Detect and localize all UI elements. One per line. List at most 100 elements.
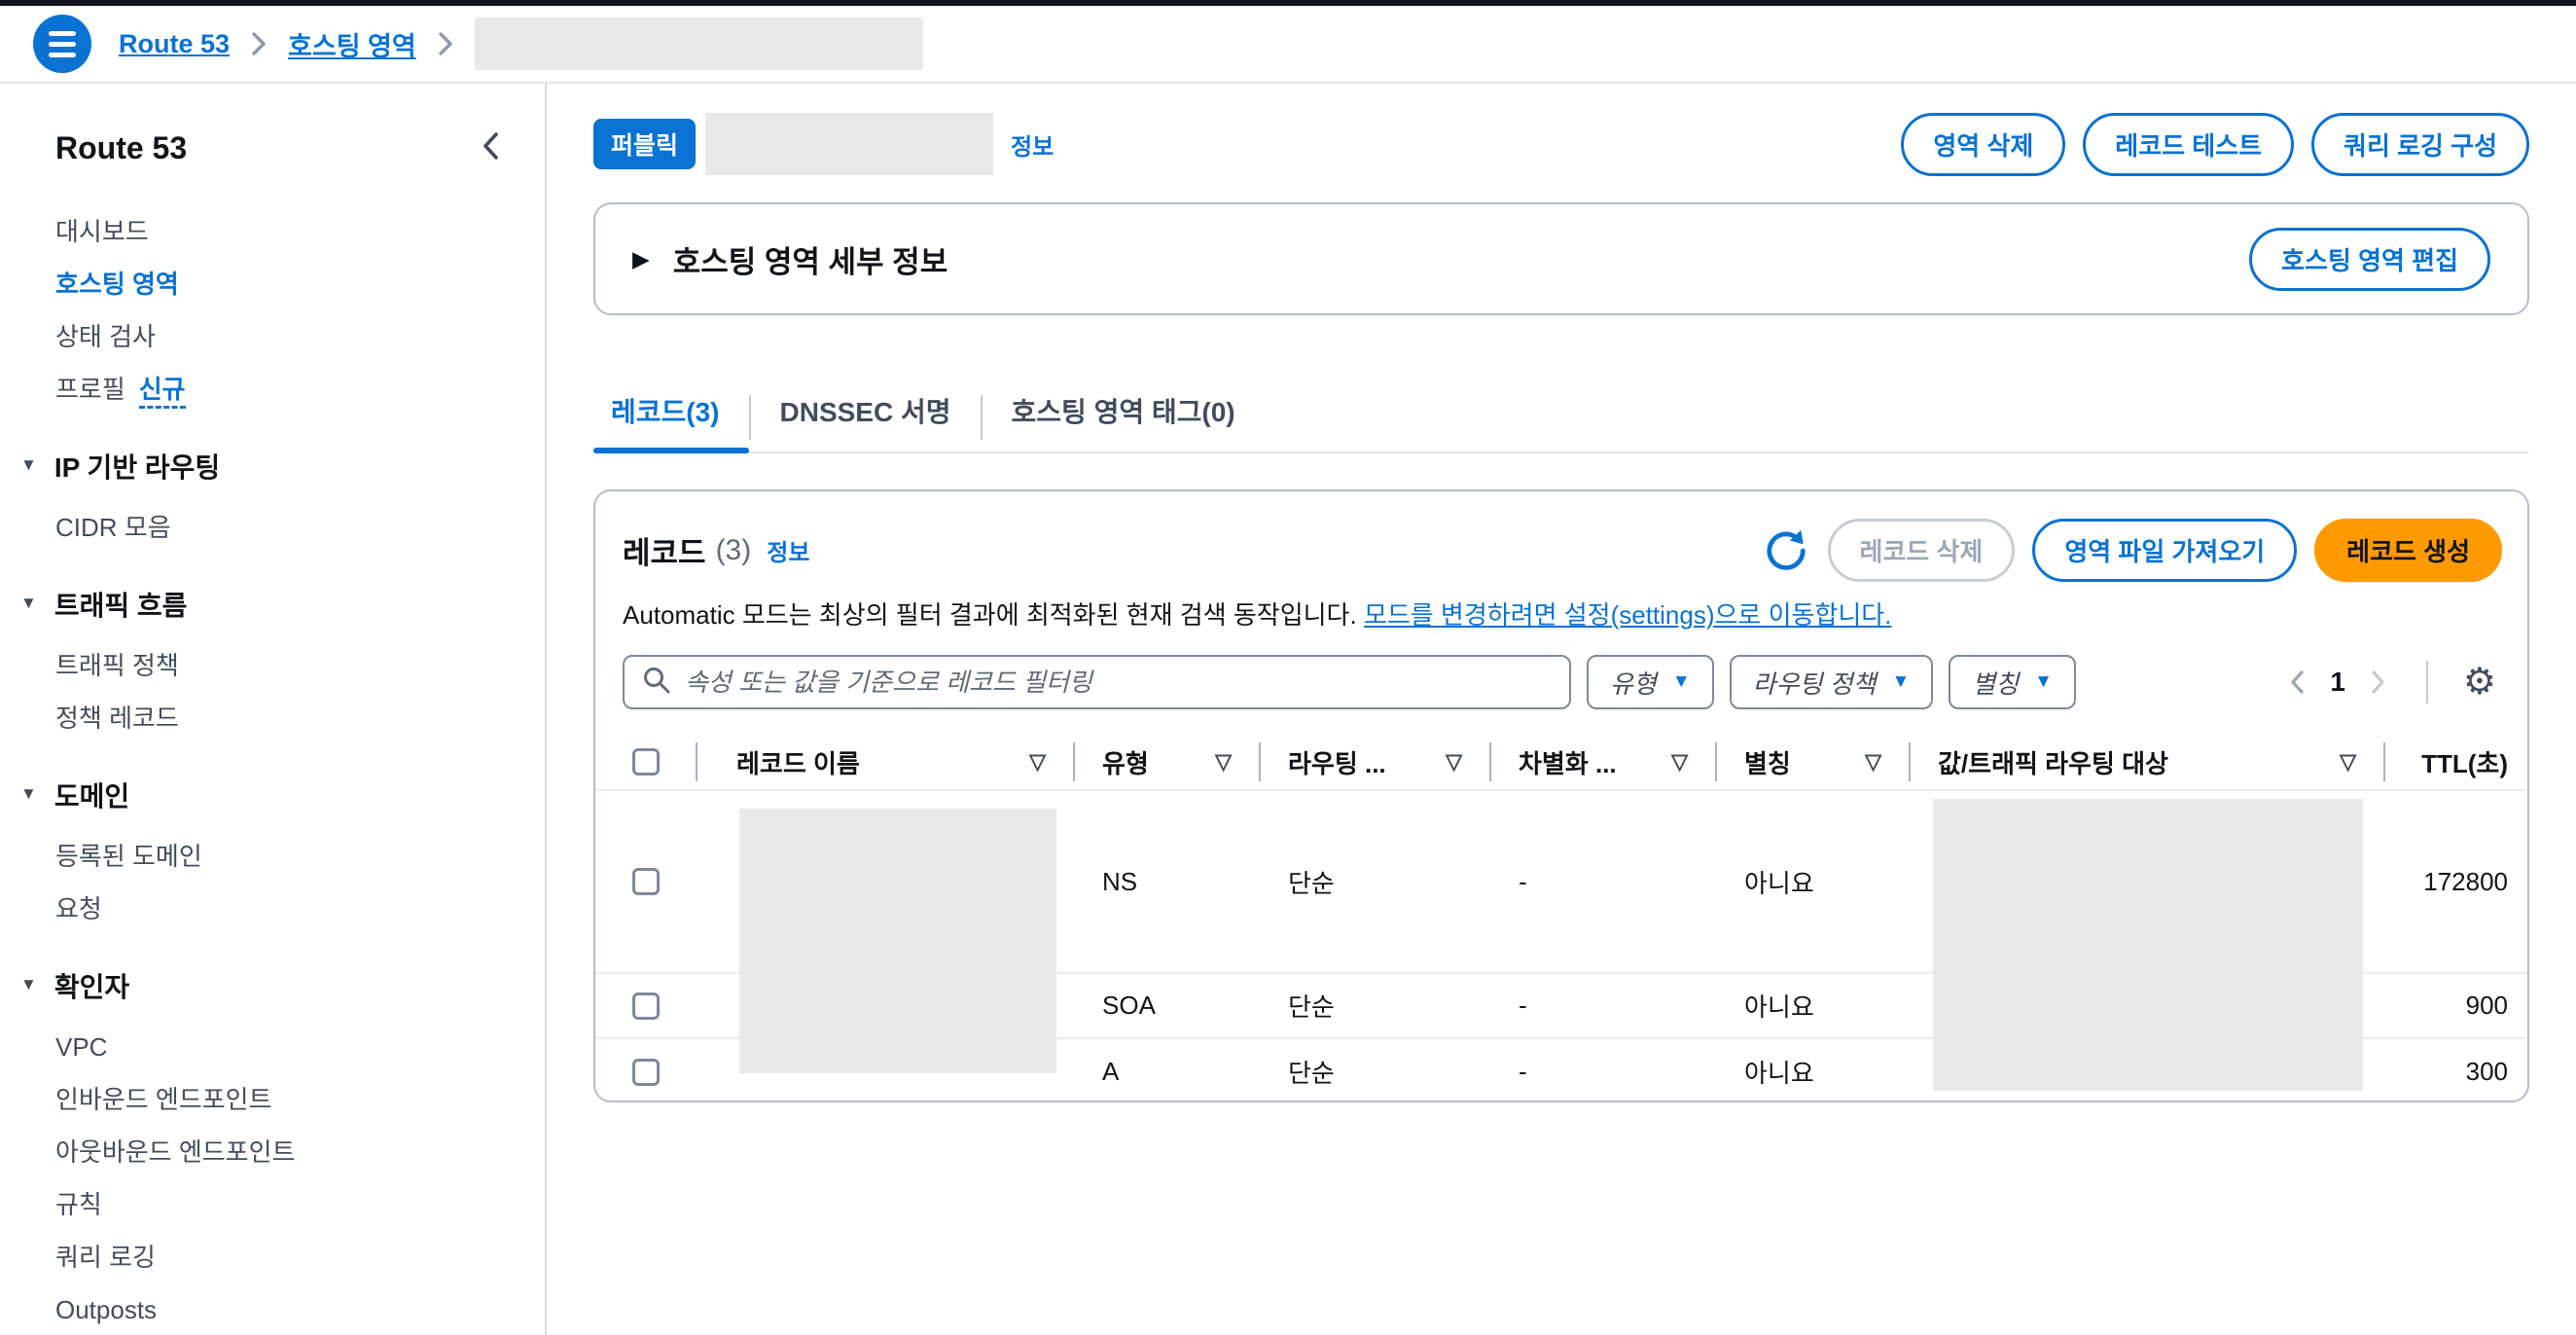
- sidebar-item-policy-records[interactable]: 정책 레코드: [55, 705, 506, 731]
- delete-zone-button[interactable]: 영역 삭제: [1901, 113, 2065, 176]
- search-input[interactable]: [685, 668, 1552, 698]
- import-zone-file-button[interactable]: 영역 파일 가져오기: [2032, 519, 2297, 582]
- cell-routing: 단순: [1259, 1039, 1489, 1102]
- col-type: 유형: [1102, 744, 1149, 780]
- record-filter-search[interactable]: [623, 655, 1571, 709]
- breadcrumb-zone-name-redacted: [475, 18, 923, 70]
- public-zone-badge: 퍼블릭: [593, 119, 696, 169]
- sidebar-section-domains[interactable]: ▼ 도메인: [20, 776, 506, 814]
- delete-record-button[interactable]: 레코드 삭제: [1828, 519, 2016, 582]
- current-page-number[interactable]: 1: [2330, 667, 2345, 698]
- sidebar-item-registered-domains[interactable]: 등록된 도메인: [55, 844, 506, 869]
- records-filter-toolbar: 유형▼ 라우팅 정책▼ 별칭▼ 1 ⚙: [595, 631, 2527, 709]
- type-filter-dropdown[interactable]: 유형▼: [1587, 655, 1714, 709]
- chevron-right-icon: [438, 31, 453, 56]
- sidebar-item-health-checks[interactable]: 상태 검사: [55, 324, 506, 349]
- cell-differentiator: -: [1489, 1039, 1715, 1102]
- breadcrumb: Route 53 호스팅 영역: [119, 18, 923, 70]
- cell-routing: 단순: [1259, 974, 1489, 1037]
- cell-differentiator: -: [1489, 974, 1715, 1037]
- tab-records[interactable]: 레코드(3): [593, 378, 749, 451]
- next-page-icon[interactable]: [2371, 669, 2385, 695]
- sort-icon[interactable]: ▽: [1029, 749, 1046, 775]
- sidebar-item-dashboard[interactable]: 대시보드: [55, 219, 506, 244]
- breadcrumb-route53-link[interactable]: Route 53: [119, 29, 230, 59]
- caret-down-icon: ▼: [20, 455, 37, 475]
- breadcrumb-hosted-zones-link[interactable]: 호스팅 영역: [288, 25, 416, 63]
- col-differentiator: 차별화 ...: [1519, 744, 1617, 780]
- tab-dnssec-signing[interactable]: DNSSEC 서명: [751, 378, 981, 451]
- record-values-redacted-block: [1933, 799, 2363, 1091]
- cell-type: NS: [1073, 791, 1259, 972]
- edit-hosted-zone-button[interactable]: 호스팅 영역 편집: [2249, 228, 2490, 291]
- row-checkbox[interactable]: [632, 1059, 660, 1086]
- cell-type: A: [1073, 1039, 1259, 1102]
- records-info-link[interactable]: 정보: [767, 533, 809, 567]
- sidebar-item-requests[interactable]: 요청: [55, 896, 506, 921]
- records-count: (3): [716, 534, 752, 567]
- sidebar-item-vpc[interactable]: VPC: [55, 1034, 506, 1060]
- previous-page-icon[interactable]: [2290, 669, 2305, 695]
- col-record-name: 레코드 이름: [736, 744, 860, 780]
- sidebar-collapse-icon[interactable]: [481, 130, 500, 166]
- sort-icon[interactable]: ▽: [1671, 749, 1688, 775]
- sort-icon[interactable]: ▽: [1215, 749, 1232, 775]
- sidebar-section-resolver[interactable]: ▼ 확인자: [20, 966, 506, 1005]
- col-routing: 라우팅 ...: [1288, 744, 1386, 780]
- row-checkbox[interactable]: [632, 992, 660, 1020]
- caret-down-icon: ▼: [1672, 671, 1691, 693]
- cell-alias: 아니요: [1715, 1039, 1909, 1102]
- sidebar-item-rules[interactable]: 규칙: [55, 1192, 506, 1217]
- sidebar-item-outposts[interactable]: Outposts: [55, 1297, 506, 1322]
- sidebar-item-profiles[interactable]: 프로필신규: [55, 377, 506, 402]
- record-names-redacted-block: [739, 809, 1056, 1073]
- tab-bar: 레코드(3) DNSSEC 서명 호스팅 영역 태그(0): [593, 378, 2529, 453]
- tab-hosted-zone-tags[interactable]: 호스팅 영역 태그(0): [983, 378, 1265, 451]
- zone-info-link[interactable]: 정보: [1011, 127, 1054, 162]
- caret-down-icon: ▼: [20, 784, 37, 804]
- create-record-button[interactable]: 레코드 생성: [2314, 519, 2502, 582]
- settings-link[interactable]: 모드를 변경하려면 설정(settings)으로 이동합니다.: [1364, 600, 1891, 630]
- col-ttl: TTL(초): [2421, 744, 2508, 780]
- sidebar-item-cidr-collections[interactable]: CIDR 모음: [55, 515, 506, 540]
- gear-icon[interactable]: ⚙: [2463, 664, 2496, 701]
- expand-right-icon[interactable]: ▶: [632, 246, 650, 272]
- caret-down-icon: ▼: [20, 975, 37, 994]
- sidebar-item-hosted-zones[interactable]: 호스팅 영역: [55, 271, 506, 297]
- hosted-zone-details-panel: ▶ 호스팅 영역 세부 정보 호스팅 영역 편집: [593, 202, 2529, 315]
- sidebar-title: Route 53: [55, 130, 187, 166]
- zone-name-redacted: [705, 113, 993, 175]
- details-panel-title: 호스팅 영역 세부 정보: [673, 237, 948, 281]
- new-badge[interactable]: 신규: [139, 375, 186, 409]
- hamburger-menu-icon[interactable]: [33, 15, 91, 73]
- configure-query-logging-button[interactable]: 쿼리 로깅 구성: [2311, 113, 2529, 176]
- test-record-button[interactable]: 레코드 테스트: [2083, 113, 2294, 176]
- sidebar-item-query-logging[interactable]: 쿼리 로깅: [55, 1245, 506, 1270]
- search-icon: [642, 666, 671, 700]
- top-navigation-bar: Route 53 호스팅 영역: [0, 6, 2576, 84]
- select-all-checkbox[interactable]: [632, 748, 660, 776]
- cell-ttl: 300: [2383, 1039, 2527, 1102]
- sidebar-item-traffic-policies[interactable]: 트래픽 정책: [55, 653, 506, 678]
- sort-icon[interactable]: ▽: [1865, 749, 1881, 775]
- row-checkbox[interactable]: [632, 868, 660, 895]
- caret-down-icon: ▼: [1891, 671, 1910, 693]
- sidebar-item-inbound-endpoints[interactable]: 인바운드 엔드포인트: [55, 1087, 506, 1112]
- sidebar-section-ip-based-routing[interactable]: ▼ IP 기반 라우팅: [20, 447, 506, 486]
- cell-alias: 아니요: [1715, 974, 1909, 1037]
- refresh-icon[interactable]: [1762, 526, 1810, 575]
- routing-policy-filter-dropdown[interactable]: 라우팅 정책▼: [1730, 655, 1934, 709]
- alias-filter-dropdown[interactable]: 별칭▼: [1949, 655, 2076, 709]
- col-value-traffic-target: 값/트래픽 라우팅 대상: [1938, 744, 2168, 780]
- sort-icon[interactable]: ▽: [2340, 749, 2356, 775]
- sidebar-item-outbound-endpoints[interactable]: 아웃바운드 엔드포인트: [55, 1139, 506, 1165]
- records-description: Automatic 모드는 최상의 필터 결과에 최적화된 현재 검색 동작입니…: [595, 582, 2527, 631]
- records-title: 레코드: [623, 528, 706, 572]
- chevron-right-icon: [251, 31, 267, 56]
- cell-differentiator: -: [1489, 791, 1715, 972]
- sidebar-section-traffic-flow[interactable]: ▼ 트래픽 흐름: [20, 585, 506, 624]
- sort-icon[interactable]: ▽: [1446, 749, 1462, 775]
- cell-alias: 아니요: [1715, 791, 1909, 972]
- col-alias: 별칭: [1744, 744, 1791, 780]
- caret-down-icon: ▼: [20, 594, 37, 613]
